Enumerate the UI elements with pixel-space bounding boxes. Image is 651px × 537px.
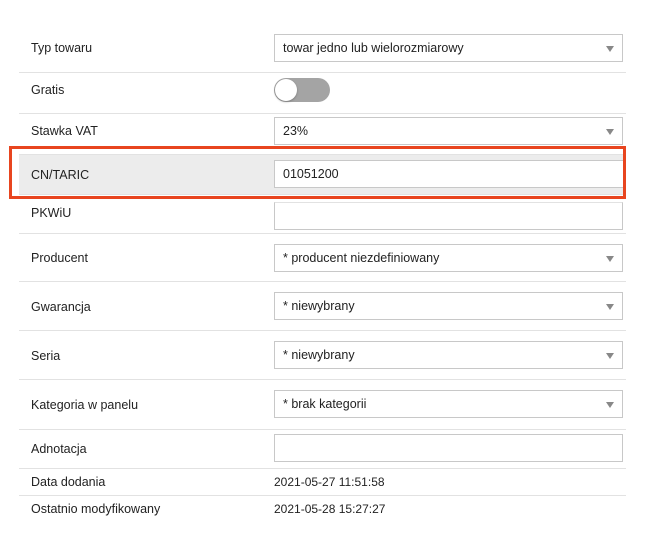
stawka-vat-select[interactable]: 23% <box>274 117 623 145</box>
row-kategoria-w-panelu: Kategoria w panelu * brak kategorii <box>19 380 626 430</box>
row-gwarancja: Gwarancja * niewybrany <box>19 282 626 331</box>
producent-select[interactable]: * producent niezdefiniowany <box>274 244 623 272</box>
data-dodania-value: 2021-05-27 11:51:58 <box>274 475 385 489</box>
adnotacja-input[interactable] <box>274 434 623 462</box>
chevron-down-icon <box>606 46 614 52</box>
highlight-frame <box>9 146 626 199</box>
row-data-dodania: Data dodania 2021-05-27 11:51:58 <box>19 469 626 496</box>
row-gratis: Gratis <box>19 73 626 114</box>
toggle-knob <box>275 79 297 101</box>
seria-value: * niewybrany <box>283 348 355 362</box>
gwarancja-value: * niewybrany <box>283 299 355 313</box>
kategoria-w-panelu-value: * brak kategorii <box>283 397 367 411</box>
seria-select[interactable]: * niewybrany <box>274 341 623 369</box>
gwarancja-label: Gwarancja <box>31 300 91 314</box>
row-seria: Seria * niewybrany <box>19 331 626 380</box>
row-adnotacja: Adnotacja <box>19 430 626 469</box>
row-typ-towaru: Typ towaru towar jedno lub wielorozmiaro… <box>19 24 626 73</box>
gratis-toggle[interactable] <box>274 78 330 102</box>
pkwiu-label: PKWiU <box>31 206 72 220</box>
stawka-vat-value: 23% <box>283 124 309 138</box>
gratis-label: Gratis <box>31 83 65 97</box>
stawka-vat-label: Stawka VAT <box>31 124 98 138</box>
chevron-down-icon <box>606 402 614 408</box>
pkwiu-input[interactable] <box>274 202 623 230</box>
typ-towaru-select[interactable]: towar jedno lub wielorozmiarowy <box>274 34 623 62</box>
producent-label: Producent <box>31 251 88 265</box>
row-producent: Producent * producent niezdefiniowany <box>19 234 626 282</box>
kategoria-w-panelu-label: Kategoria w panelu <box>31 398 139 412</box>
seria-label: Seria <box>31 349 61 363</box>
chevron-down-icon <box>606 256 614 262</box>
row-ostatnio-modyfikowany: Ostatnio modyfikowany 2021-05-28 15:27:2… <box>19 496 626 523</box>
kategoria-w-panelu-select[interactable]: * brak kategorii <box>274 390 623 418</box>
row-pkwiu: PKWiU <box>19 195 626 234</box>
ostatnio-modyfikowany-value: 2021-05-28 15:27:27 <box>274 502 386 516</box>
producent-value: * producent niezdefiniowany <box>283 251 440 265</box>
chevron-down-icon <box>606 129 614 135</box>
adnotacja-label: Adnotacja <box>31 442 87 456</box>
typ-towaru-label: Typ towaru <box>31 41 93 55</box>
ostatnio-modyfikowany-label: Ostatnio modyfikowany <box>31 502 161 516</box>
typ-towaru-value: towar jedno lub wielorozmiarowy <box>283 41 464 55</box>
gwarancja-select[interactable]: * niewybrany <box>274 292 623 320</box>
chevron-down-icon <box>606 353 614 359</box>
chevron-down-icon <box>606 304 614 310</box>
data-dodania-label: Data dodania <box>31 475 106 489</box>
